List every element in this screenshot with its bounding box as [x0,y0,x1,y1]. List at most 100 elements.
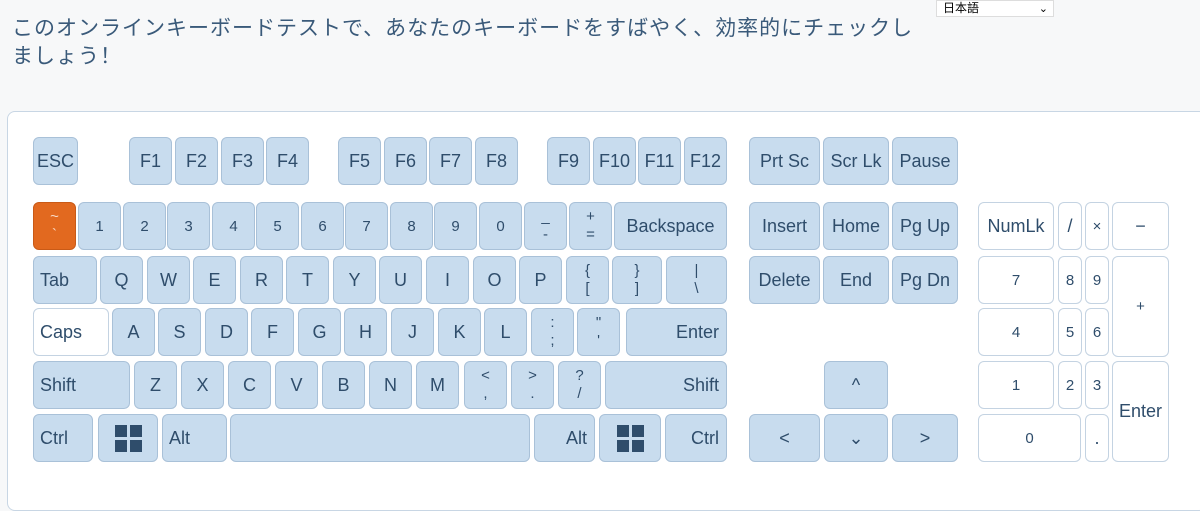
key-quote[interactable]: " ' [577,308,620,356]
key-numpad-0[interactable]: 0 [978,414,1081,462]
key-4[interactable]: 4 [212,202,255,250]
key-numpad-divide[interactable]: / [1058,202,1082,250]
key-scroll-lock[interactable]: Scr Lk [823,137,889,185]
key-9[interactable]: 9 [434,202,477,250]
key-windows-left[interactable] [98,414,158,462]
key-r[interactable]: R [240,256,283,304]
key-a[interactable]: A [112,308,155,356]
key-3[interactable]: 3 [167,202,210,250]
key-2[interactable]: 2 [123,202,166,250]
key-g[interactable]: G [298,308,341,356]
key-7[interactable]: 7 [345,202,388,250]
key-f3[interactable]: F3 [221,137,264,185]
key-f11[interactable]: F11 [638,137,681,185]
key-arrow-down[interactable]: ⌄ [824,414,888,462]
key-f10[interactable]: F10 [593,137,636,185]
key-numpad-9[interactable]: 9 [1085,256,1109,304]
key-f1[interactable]: F1 [129,137,172,185]
key-numpad-1[interactable]: 1 [978,361,1054,409]
key-numpad-6[interactable]: 6 [1085,308,1109,356]
key-h[interactable]: H [344,308,387,356]
key-f7[interactable]: F7 [429,137,472,185]
key-enter[interactable]: Enter [626,308,727,356]
key-home[interactable]: Home [823,202,889,250]
key-8[interactable]: 8 [390,202,433,250]
key-numpad-minus[interactable]: − [1112,202,1169,250]
key-b[interactable]: B [322,361,365,409]
key-space[interactable] [230,414,530,462]
key-numpad-2[interactable]: 2 [1058,361,1082,409]
key-f9[interactable]: F9 [547,137,590,185]
key-tab[interactable]: Tab [33,256,97,304]
key-6[interactable]: 6 [301,202,344,250]
key-numpad-4[interactable]: 4 [978,308,1054,356]
key-numpad-5[interactable]: 5 [1058,308,1082,356]
key-i[interactable]: I [426,256,469,304]
key-tilde[interactable]: ~ ` [33,202,76,250]
key-o[interactable]: O [473,256,516,304]
key-c[interactable]: C [228,361,271,409]
key-n[interactable]: N [369,361,412,409]
key-backslash[interactable]: | \ [666,256,727,304]
key-page-down[interactable]: Pg Dn [892,256,958,304]
key-bracket-open[interactable]: { [ [566,256,609,304]
key-u[interactable]: U [379,256,422,304]
key-arrow-left[interactable]: < [749,414,820,462]
key-w[interactable]: W [147,256,190,304]
key-f[interactable]: F [251,308,294,356]
key-s[interactable]: S [158,308,201,356]
key-f4[interactable]: F4 [266,137,309,185]
key-j[interactable]: J [391,308,434,356]
key-f5[interactable]: F5 [338,137,381,185]
key-m[interactable]: M [416,361,459,409]
key-z[interactable]: Z [134,361,177,409]
key-delete[interactable]: Delete [749,256,820,304]
key-t[interactable]: T [286,256,329,304]
key-5[interactable]: 5 [256,202,299,250]
key-numpad-plus[interactable]: + [1112,256,1169,357]
key-f2[interactable]: F2 [175,137,218,185]
key-arrow-right[interactable]: > [892,414,958,462]
key-numpad-enter[interactable]: Enter [1112,361,1169,462]
key-numpad-decimal[interactable]: . [1085,414,1109,462]
key-k[interactable]: K [438,308,481,356]
key-p[interactable]: P [519,256,562,304]
key-alt-right[interactable]: Alt [534,414,595,462]
key-numlock[interactable]: NumLk [978,202,1054,250]
key-insert[interactable]: Insert [749,202,820,250]
key-windows-right[interactable] [599,414,661,462]
key-y[interactable]: Y [333,256,376,304]
key-ctrl-right[interactable]: Ctrl [665,414,727,462]
key-equals[interactable]: + = [569,202,612,250]
key-f12[interactable]: F12 [684,137,727,185]
key-backspace[interactable]: Backspace [614,202,727,250]
key-f8[interactable]: F8 [475,137,518,185]
key-numpad-multiply[interactable]: × [1085,202,1109,250]
key-arrow-up[interactable]: ^ [824,361,888,409]
key-1[interactable]: 1 [78,202,121,250]
key-pause[interactable]: Pause [892,137,958,185]
key-shift-left[interactable]: Shift [33,361,130,409]
key-numpad-8[interactable]: 8 [1058,256,1082,304]
key-minus[interactable]: _ - [524,202,567,250]
key-bracket-close[interactable]: } ] [612,256,662,304]
key-0[interactable]: 0 [479,202,522,250]
key-v[interactable]: V [275,361,318,409]
key-print-screen[interactable]: Prt Sc [749,137,820,185]
key-numpad-7[interactable]: 7 [978,256,1054,304]
key-alt-left[interactable]: Alt [162,414,227,462]
key-e[interactable]: E [193,256,236,304]
language-select[interactable]: 日本語 ⌄ [936,0,1054,17]
key-semicolon[interactable]: : ; [531,308,574,356]
key-page-up[interactable]: Pg Up [892,202,958,250]
key-shift-right[interactable]: Shift [605,361,727,409]
key-comma[interactable]: < , [464,361,507,409]
key-f6[interactable]: F6 [384,137,427,185]
key-slash[interactable]: ? / [558,361,601,409]
key-caps-lock[interactable]: Caps [33,308,109,356]
key-x[interactable]: X [181,361,224,409]
key-l[interactable]: L [484,308,527,356]
key-q[interactable]: Q [100,256,143,304]
key-end[interactable]: End [823,256,889,304]
key-numpad-3[interactable]: 3 [1085,361,1109,409]
